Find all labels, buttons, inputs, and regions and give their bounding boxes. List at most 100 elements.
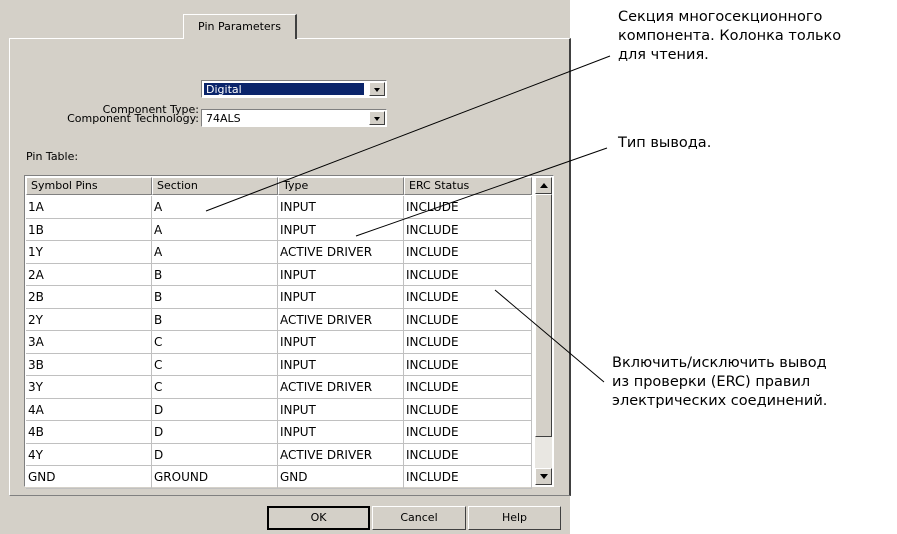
tab-gap xyxy=(184,37,294,40)
table-header: Symbol Pins Section Type ERC Status xyxy=(26,177,532,195)
erc-status-cell[interactable]: INCLUDE xyxy=(404,398,532,421)
section-annotation-line: Секция многосекционного xyxy=(618,9,823,25)
vertical-scrollbar[interactable] xyxy=(535,177,552,485)
symbol-pin-cell[interactable]: 3A xyxy=(26,331,152,354)
erc-annotation: Включить/исключить вывод из проверки (ER… xyxy=(612,354,827,411)
erc-status-cell[interactable]: INCLUDE xyxy=(404,421,532,444)
chevron-down-icon[interactable] xyxy=(369,111,385,125)
section-cell[interactable]: C xyxy=(152,331,278,354)
table-row[interactable]: 4B D INPUT INCLUDE xyxy=(26,421,532,444)
table-row[interactable]: GND GROUND GND INCLUDE xyxy=(26,466,532,489)
section-cell[interactable]: B xyxy=(152,286,278,309)
erc-status-cell[interactable]: INCLUDE xyxy=(404,443,532,466)
type-cell[interactable]: INPUT xyxy=(278,218,404,241)
type-cell[interactable]: ACTIVE DRIVER xyxy=(278,308,404,331)
erc-status-cell[interactable]: INCLUDE xyxy=(404,308,532,331)
erc-status-cell[interactable]: INCLUDE xyxy=(404,376,532,399)
component-type-select[interactable]: Digital xyxy=(201,80,387,98)
table-row[interactable]: 4A D INPUT INCLUDE xyxy=(26,398,532,421)
column-header-section[interactable]: Section xyxy=(152,177,278,195)
symbol-pin-cell[interactable]: 3B xyxy=(26,353,152,376)
type-cell[interactable]: INPUT xyxy=(278,421,404,444)
section-cell[interactable]: B xyxy=(152,308,278,331)
table-row[interactable]: 2A B INPUT INCLUDE xyxy=(26,263,532,286)
section-annotation-line: для чтения. xyxy=(618,47,709,63)
table-row[interactable]: 1Y A ACTIVE DRIVER INCLUDE xyxy=(26,241,532,264)
erc-annotation-line: электрических соединений. xyxy=(612,393,828,409)
type-annotation: Тип вывода. xyxy=(618,134,711,153)
erc-status-cell[interactable]: INCLUDE xyxy=(404,331,532,354)
column-header-symbol-pins[interactable]: Symbol Pins xyxy=(26,177,152,195)
symbol-pin-cell[interactable]: 1B xyxy=(26,218,152,241)
type-cell[interactable]: INPUT xyxy=(278,196,404,219)
erc-status-cell[interactable]: INCLUDE xyxy=(404,218,532,241)
type-cell[interactable]: INPUT xyxy=(278,263,404,286)
cancel-button[interactable]: Cancel xyxy=(372,506,466,530)
tab-pin-parameters[interactable]: Pin Parameters xyxy=(183,14,297,39)
erc-status-cell[interactable]: INCLUDE xyxy=(404,263,532,286)
section-cell[interactable]: C xyxy=(152,376,278,399)
symbol-pin-cell[interactable]: 1A xyxy=(26,196,152,219)
pin-parameters-dialog: Pin Parameters Component Type: Digital C… xyxy=(0,0,571,534)
ok-button[interactable]: OK xyxy=(267,506,370,530)
column-header-erc-status[interactable]: ERC Status xyxy=(404,177,532,195)
table-row[interactable]: 4Y D ACTIVE DRIVER INCLUDE xyxy=(26,443,532,466)
type-cell[interactable]: ACTIVE DRIVER xyxy=(278,443,404,466)
type-cell[interactable]: INPUT xyxy=(278,353,404,376)
type-cell[interactable]: INPUT xyxy=(278,286,404,309)
erc-annotation-line: из проверки (ERC) правил xyxy=(612,374,811,390)
erc-status-cell[interactable]: INCLUDE xyxy=(404,196,532,219)
section-annotation-line: компонента. Колонка только xyxy=(618,28,842,44)
section-cell[interactable]: A xyxy=(152,241,278,264)
symbol-pin-cell[interactable]: 2Y xyxy=(26,308,152,331)
table-row[interactable]: 3A C INPUT INCLUDE xyxy=(26,331,532,354)
type-cell[interactable]: GND xyxy=(278,466,404,489)
symbol-pin-cell[interactable]: 2A xyxy=(26,263,152,286)
help-button[interactable]: Help xyxy=(468,506,561,530)
table-row[interactable]: 2B B INPUT INCLUDE xyxy=(26,286,532,309)
component-technology-select[interactable]: 74ALS xyxy=(201,109,387,127)
column-header-type[interactable]: Type xyxy=(278,177,404,195)
scroll-up-icon[interactable] xyxy=(535,177,552,194)
symbol-pin-cell[interactable]: 4B xyxy=(26,421,152,444)
component-type-value: Digital xyxy=(204,83,364,96)
table-row[interactable]: 3Y C ACTIVE DRIVER INCLUDE xyxy=(26,376,532,399)
section-cell[interactable]: D xyxy=(152,398,278,421)
section-cell[interactable]: B xyxy=(152,263,278,286)
section-cell[interactable]: A xyxy=(152,218,278,241)
chevron-down-icon[interactable] xyxy=(369,82,385,96)
symbol-pin-cell[interactable]: 3Y xyxy=(26,376,152,399)
type-cell[interactable]: ACTIVE DRIVER xyxy=(278,376,404,399)
symbol-pin-cell[interactable]: GND xyxy=(26,466,152,489)
erc-status-cell[interactable]: INCLUDE xyxy=(404,353,532,376)
erc-annotation-line: Включить/исключить вывод xyxy=(612,355,827,371)
erc-status-cell[interactable]: INCLUDE xyxy=(404,286,532,309)
symbol-pin-cell[interactable]: 1Y xyxy=(26,241,152,264)
type-annotation-line: Тип вывода. xyxy=(618,135,712,151)
table-row[interactable]: 2Y B ACTIVE DRIVER INCLUDE xyxy=(26,308,532,331)
symbol-pin-cell[interactable]: 4Y xyxy=(26,443,152,466)
type-cell[interactable]: INPUT xyxy=(278,398,404,421)
symbol-pin-cell[interactable]: 4A xyxy=(26,398,152,421)
component-technology-label: Component Technology: xyxy=(67,112,199,125)
section-cell[interactable]: C xyxy=(152,353,278,376)
section-cell[interactable]: D xyxy=(152,421,278,444)
table-row[interactable]: 1B A INPUT INCLUDE xyxy=(26,218,532,241)
erc-status-cell[interactable]: INCLUDE xyxy=(404,466,532,489)
erc-status-cell[interactable]: INCLUDE xyxy=(404,241,532,264)
symbol-pin-cell[interactable]: 2B xyxy=(26,286,152,309)
section-cell[interactable]: D xyxy=(152,443,278,466)
component-technology-value: 74ALS xyxy=(206,112,241,125)
section-cell[interactable]: A xyxy=(152,196,278,219)
scroll-thumb[interactable] xyxy=(535,194,552,437)
scroll-down-icon[interactable] xyxy=(535,468,552,485)
pin-table-label: Pin Table: xyxy=(26,150,79,163)
type-cell[interactable]: ACTIVE DRIVER xyxy=(278,241,404,264)
section-annotation: Секция многосекционного компонента. Коло… xyxy=(618,8,841,65)
table-row[interactable]: 3B C INPUT INCLUDE xyxy=(26,353,532,376)
table-body: 1A A INPUT INCLUDE 1B A INPUT INCLUDE 1Y A ACTIVE … xyxy=(26,196,532,489)
type-cell[interactable]: INPUT xyxy=(278,331,404,354)
pin-table: Symbol Pins Section Type ERC Status 1A A I… xyxy=(24,175,554,489)
section-cell[interactable]: GROUND xyxy=(152,466,278,489)
table-row[interactable]: 1A A INPUT INCLUDE xyxy=(26,196,532,219)
